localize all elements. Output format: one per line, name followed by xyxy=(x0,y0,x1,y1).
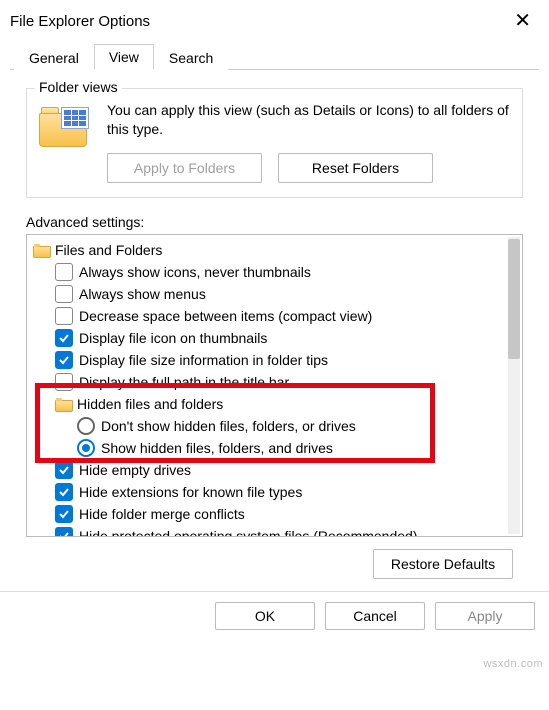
folder-icon xyxy=(55,398,71,410)
tree-item[interactable]: Hide folder merge conflicts xyxy=(33,503,520,525)
tree-radio-option[interactable]: Show hidden files, folders, and drives xyxy=(33,437,520,459)
checkbox-icon[interactable] xyxy=(55,461,73,479)
tree-group-hidden-files[interactable]: Hidden files and folders xyxy=(33,393,520,415)
checkbox-icon[interactable] xyxy=(55,285,73,303)
tree-group-files-and-folders[interactable]: Files and Folders xyxy=(33,239,520,261)
watermark: wsxdn.com xyxy=(483,658,543,670)
tree-item-label: Display the full path in the title bar xyxy=(79,374,289,390)
ok-button[interactable]: OK xyxy=(215,602,315,630)
reset-folders-button[interactable]: Reset Folders xyxy=(278,153,433,183)
tab-content: Folder views You can apply this view (su… xyxy=(0,70,549,579)
checkbox-icon[interactable] xyxy=(55,329,73,347)
tree-item-label: Hide empty drives xyxy=(79,462,191,478)
tree-item-label: Hide folder merge conflicts xyxy=(79,506,245,522)
tree-item[interactable]: Decrease space between items (compact vi… xyxy=(33,305,520,327)
scrollbar[interactable] xyxy=(508,237,520,534)
tree-item-label: Decrease space between items (compact vi… xyxy=(79,308,372,324)
tree-item[interactable]: Hide protected operating system files (R… xyxy=(33,525,520,537)
scrollbar-thumb[interactable] xyxy=(508,239,520,359)
restore-defaults-button[interactable]: Restore Defaults xyxy=(373,549,513,579)
tree-label: Hidden files and folders xyxy=(77,396,223,412)
tree-item-label: Hide extensions for known file types xyxy=(79,484,302,500)
folder-icon xyxy=(39,105,93,153)
checkbox-icon[interactable] xyxy=(55,351,73,369)
radio-icon[interactable] xyxy=(77,417,95,435)
checkbox-icon[interactable] xyxy=(55,373,73,391)
tree-radio-option[interactable]: Don't show hidden files, folders, or dri… xyxy=(33,415,520,437)
tree-item[interactable]: Hide empty drives xyxy=(33,459,520,481)
tree-label: Files and Folders xyxy=(55,242,162,258)
tree-item-label: Display file icon on thumbnails xyxy=(79,330,267,346)
tree-item[interactable]: Always show icons, never thumbnails xyxy=(33,261,520,283)
folder-views-title: Folder views xyxy=(35,79,122,95)
close-icon[interactable]: ✕ xyxy=(506,11,539,31)
checkbox-icon[interactable] xyxy=(55,307,73,325)
folder-views-group: Folder views You can apply this view (su… xyxy=(26,88,523,198)
tree-item-label: Always show icons, never thumbnails xyxy=(79,264,311,280)
advanced-settings-tree: Files and Folders Always show icons, nev… xyxy=(26,234,523,537)
tree-item-label: Always show menus xyxy=(79,286,206,302)
tree-item[interactable]: Always show menus xyxy=(33,283,520,305)
apply-to-folders-button[interactable]: Apply to Folders xyxy=(107,153,262,183)
tab-general[interactable]: General xyxy=(14,45,94,70)
tree-item[interactable]: Hide extensions for known file types xyxy=(33,481,520,503)
tree-item-label: Display file size information in folder … xyxy=(79,352,328,368)
apply-button[interactable]: Apply xyxy=(435,602,535,630)
tree-item-label: Show hidden files, folders, and drives xyxy=(101,440,333,456)
checkbox-icon[interactable] xyxy=(55,527,73,537)
tree-item-label: Hide protected operating system files (R… xyxy=(79,528,418,537)
tree-item-label: Don't show hidden files, folders, or dri… xyxy=(101,418,356,434)
tree-item[interactable]: Display file icon on thumbnails xyxy=(33,327,520,349)
tab-view[interactable]: View xyxy=(94,44,154,70)
checkbox-icon[interactable] xyxy=(55,505,73,523)
tree-item[interactable]: Display file size information in folder … xyxy=(33,349,520,371)
checkbox-icon[interactable] xyxy=(55,483,73,501)
cancel-button[interactable]: Cancel xyxy=(325,602,425,630)
radio-icon[interactable] xyxy=(77,439,95,457)
folder-views-desc: You can apply this view (such as Details… xyxy=(107,101,510,139)
tab-strip: General View Search xyxy=(10,42,539,70)
title-bar: File Explorer Options ✕ xyxy=(0,0,549,36)
checkbox-icon[interactable] xyxy=(55,263,73,281)
tree-item[interactable]: Display the full path in the title bar xyxy=(33,371,520,393)
window-title: File Explorer Options xyxy=(10,13,150,30)
tab-search[interactable]: Search xyxy=(154,45,228,70)
folder-icon xyxy=(33,244,49,256)
dialog-buttons: OK Cancel Apply xyxy=(0,592,549,642)
advanced-settings-label: Advanced settings: xyxy=(26,214,523,230)
